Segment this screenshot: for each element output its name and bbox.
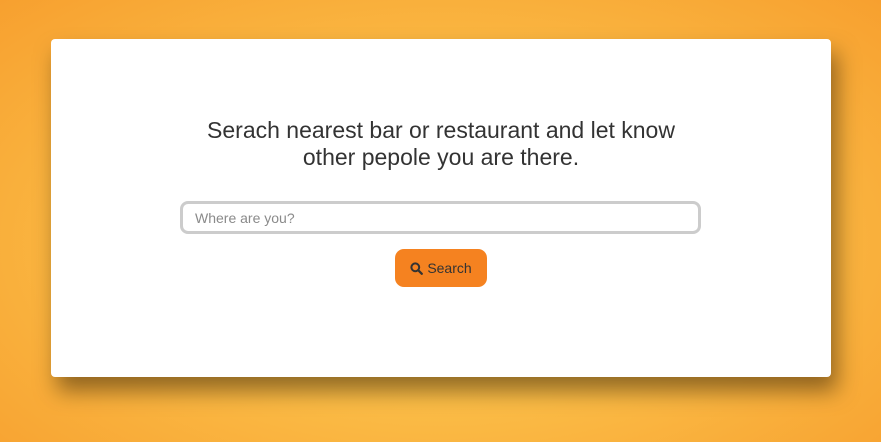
search-icon — [410, 261, 424, 275]
title-line-1: Serach nearest bar or restaurant and let… — [207, 117, 675, 143]
location-search-input[interactable] — [180, 201, 701, 234]
search-button[interactable]: Search — [395, 249, 487, 287]
search-card: Serach nearest bar or restaurant and let… — [51, 39, 831, 377]
page-title: Serach nearest bar or restaurant and let… — [51, 117, 831, 171]
title-line-2: other pepole you are there. — [302, 144, 580, 170]
search-button-label: Search — [427, 260, 472, 276]
